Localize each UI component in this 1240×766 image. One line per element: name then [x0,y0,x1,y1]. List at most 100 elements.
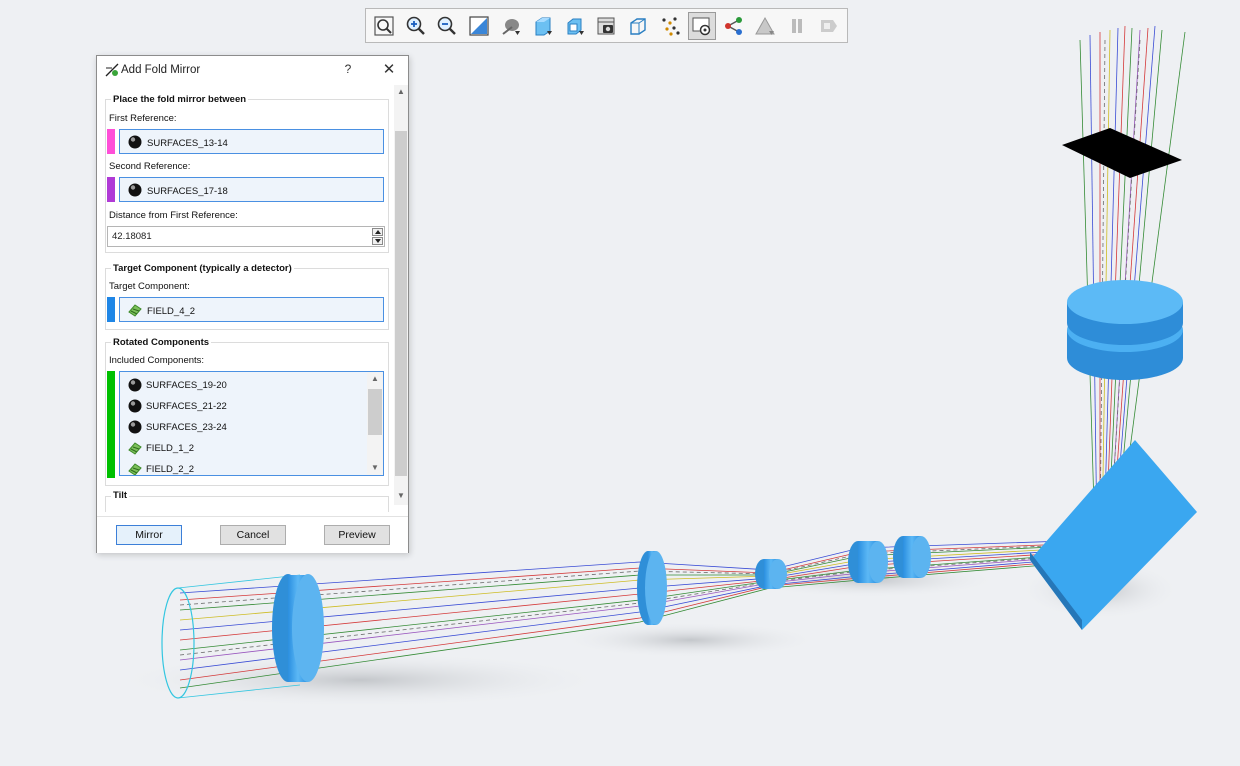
ray-points-icon [662,16,680,36]
first-reference-color-bar [107,129,115,154]
shading-icon [502,18,521,35]
dialog-footer: Mirror Cancel Preview [97,516,408,553]
list-item[interactable]: FIELD_1_2 [120,438,368,459]
rotate-view-icon [692,17,711,35]
sphere-icon [128,378,142,392]
second-reference-color-bar [107,177,115,202]
sphere-icon [128,135,142,149]
solid-view-icon [535,17,552,35]
list-item[interactable]: SURFACES_19-20 [120,375,368,396]
stop-button[interactable] [815,12,843,40]
detector-plane[interactable] [1062,128,1182,178]
distance-label: Distance from First Reference: [109,210,238,221]
layout-tree-icon [724,16,742,35]
lens-4[interactable] [848,541,888,583]
ray-points-button[interactable] [656,12,684,40]
list-item[interactable]: SURFACES_21-22 [120,396,368,417]
rotated-group-title: Rotated Components [111,337,212,348]
rotate-view-button[interactable] [687,11,716,40]
alert-button[interactable] [752,12,780,40]
lens-6[interactable] [1067,280,1183,380]
target-component-label: Target Component: [109,281,190,292]
view-toolbar [365,8,848,43]
target-color-bar [107,297,115,322]
dialog-scroll-thumb[interactable] [395,131,407,476]
first-reference-field[interactable]: SURFACES_13-14 [119,129,384,154]
distance-decrement-button[interactable] [372,237,383,245]
field-icon [128,304,142,317]
lens-5[interactable] [893,536,931,578]
export-view-button[interactable] [561,12,589,40]
list-scrollbar[interactable]: ▲ ▼ [367,372,383,475]
lens-3[interactable] [755,559,787,589]
list-item[interactable]: SURFACES_23-24 [120,417,368,438]
included-components-label: Included Components: [109,355,205,366]
mirror-button[interactable]: Mirror [116,525,182,545]
list-item-label: SURFACES_23-24 [146,422,227,433]
screenshot-button[interactable] [593,12,621,40]
dialog-titlebar[interactable]: Add Fold Mirror ? ✕ [97,56,408,85]
tilt-group: Tilt [105,490,389,512]
sphere-icon [128,399,142,413]
first-reference-value: SURFACES_13-14 [147,138,228,149]
export-view-icon [567,18,584,35]
preview-button[interactable]: Preview [324,525,390,545]
distance-input[interactable]: 42.18081 [107,226,385,247]
shading-button[interactable] [497,12,525,40]
scroll-up-icon[interactable]: ▲ [370,374,380,384]
list-item[interactable]: FIELD_2_2 [120,459,368,475]
pause-button[interactable] [783,12,811,40]
field-icon [128,442,142,455]
first-reference-label: First Reference: [109,113,177,124]
scroll-up-icon[interactable]: ▲ [396,87,406,97]
tilt-group-title: Tilt [111,490,130,501]
screenshot-icon [597,17,615,34]
add-fold-mirror-dialog: Add Fold Mirror ? ✕ Place the fold mirro… [96,55,409,553]
included-components-list[interactable]: SURFACES_19-20 SURFACES_21-22 SURFACES_2… [119,371,384,476]
placement-group-title: Place the fold mirror between [111,94,249,105]
zoom-window-button[interactable] [465,12,493,40]
sphere-icon [128,420,142,434]
solid-view-button[interactable] [529,12,557,40]
zoom-fit-button[interactable] [370,12,398,40]
arrow-up-icon [375,230,381,234]
fold-mirror-tool-icon [105,63,119,77]
distance-value: 42.18081 [112,231,152,242]
layout-tree-button[interactable] [720,12,748,40]
rotated-color-bar [107,371,115,478]
zoom-window-icon [469,15,489,36]
zoom-in-button[interactable] [402,12,430,40]
wireframe-button[interactable] [624,12,652,40]
scroll-down-icon[interactable]: ▼ [370,463,380,473]
target-component-field[interactable]: FIELD_4_2 [119,297,384,322]
list-scroll-thumb[interactable] [368,389,382,435]
distance-increment-button[interactable] [372,228,383,236]
list-item-label: SURFACES_19-20 [146,380,227,391]
cancel-button[interactable]: Cancel [220,525,286,545]
zoom-fit-icon [374,15,394,36]
zoom-out-icon [438,16,457,35]
zoom-out-button[interactable] [434,12,462,40]
lens-2[interactable] [637,551,667,625]
stop-icon [821,19,838,32]
target-group-title: Target Component (typically a detector) [111,263,294,274]
second-reference-label: Second Reference: [109,161,191,172]
dialog-content: Place the fold mirror between First Refe… [97,85,394,512]
list-item-label: FIELD_2_2 [146,464,195,475]
scroll-down-icon[interactable]: ▼ [396,491,406,501]
second-reference-field[interactable]: SURFACES_17-18 [119,177,384,202]
list-item-label: SURFACES_21-22 [146,401,227,412]
alert-icon [755,16,776,35]
arrow-down-icon [375,239,381,243]
zoom-in-icon [406,16,425,35]
sphere-icon [128,183,142,197]
dialog-scrollbar[interactable]: ▲ ▼ [394,85,408,505]
help-button[interactable]: ? [340,62,356,78]
wireframe-icon [630,17,646,35]
close-button[interactable]: ✕ [380,61,398,79]
second-reference-value: SURFACES_17-18 [147,186,228,197]
list-item-label: FIELD_1_2 [146,443,195,454]
lens-1[interactable] [272,574,324,682]
pause-icon [792,18,803,33]
target-component-value: FIELD_4_2 [147,306,196,317]
